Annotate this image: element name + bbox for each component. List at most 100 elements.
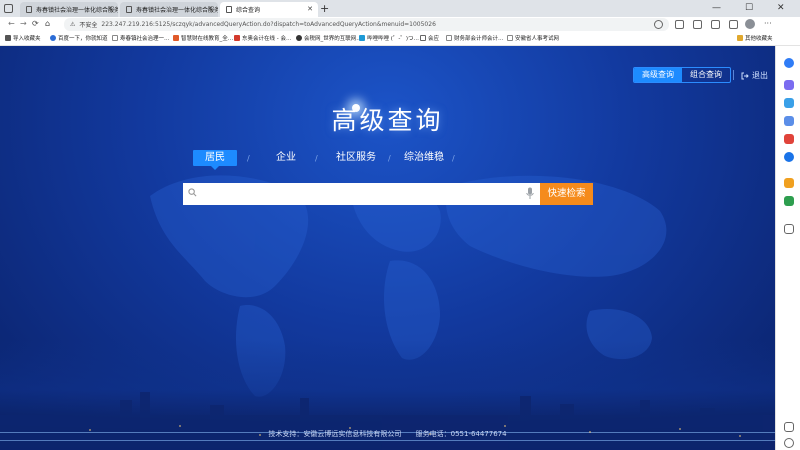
tree-icon[interactable]	[784, 196, 794, 206]
bookmark-label: 哔哩哔哩 (゜-゜)つ…	[367, 36, 420, 42]
browser-tab-2[interactable]: 寿春镇社会治理一体化综合服务… ✕	[120, 2, 218, 17]
bookmark-item[interactable]: 会应	[420, 34, 439, 42]
page-viewport: 高级查询 组合查询 退出 高级查询 居民 / 企业 / 社区服务 / 综治维稳 …	[0, 46, 775, 450]
favorite-star-icon[interactable]	[654, 20, 663, 29]
tab-title: 寿春镇社会治理一体化综合服务…	[136, 7, 218, 14]
address-bar-row: ← → ⟳ ⌂ ⚠ 不安全 223.247.219.216:5125/sczqy…	[0, 17, 800, 32]
office-icon[interactable]	[784, 134, 794, 144]
browser-tab-1[interactable]: 寿春镇社会治理一体化综合服务… ✕	[20, 2, 118, 17]
category-tab-resident[interactable]: 居民	[193, 150, 237, 170]
bookmark-item[interactable]: 智慧财在线教育_全…	[173, 34, 233, 42]
close-tab-icon[interactable]: ✕	[207, 5, 213, 13]
minimize-button[interactable]: —	[712, 3, 721, 13]
bookmark-label: 寿春镇社会治理一…	[120, 36, 170, 42]
logout-button[interactable]: 退出	[741, 70, 768, 81]
split-screen-icon[interactable]	[675, 20, 684, 29]
reload-button[interactable]: ⟳	[32, 19, 39, 29]
bookmark-item[interactable]: 百度一下，你就知道	[50, 34, 108, 42]
bookmark-item[interactable]: 东奥会计在线 - 会…	[234, 34, 291, 42]
page-icon	[446, 35, 452, 41]
page-footer: 技术支持：安徽云博远实信息科技有限公司 服务电话：0551-64477674	[0, 429, 775, 439]
site-icon	[296, 35, 302, 41]
page-title: 高级查询	[331, 106, 444, 135]
category-tab-enterprise[interactable]: 企业	[276, 150, 296, 166]
bilibili-icon	[359, 35, 365, 41]
logout-label: 退出	[752, 71, 768, 80]
extensions-icon[interactable]	[729, 20, 738, 29]
combined-query-tab[interactable]: 组合查询	[682, 68, 730, 82]
microphone-icon[interactable]	[526, 187, 534, 200]
window-menu-icon[interactable]	[4, 4, 13, 13]
import-icon	[5, 35, 11, 41]
collections-icon[interactable]	[711, 20, 720, 29]
tab-title: 综合查询	[236, 7, 261, 14]
url-field[interactable]: ⚠ 不安全 223.247.219.216:5125/sczqyk/advanc…	[64, 18, 669, 31]
gear-icon[interactable]	[784, 438, 794, 448]
maximize-button[interactable]: ☐	[745, 3, 753, 13]
close-window-button[interactable]: ✕	[777, 3, 785, 13]
site-icon	[173, 35, 179, 41]
close-tab-icon[interactable]: ✕	[107, 5, 113, 13]
page-icon	[26, 6, 32, 13]
shopping-cart-icon[interactable]	[784, 178, 794, 188]
outlook-icon[interactable]	[784, 152, 794, 162]
home-button[interactable]: ⌂	[45, 19, 50, 29]
bookmark-item[interactable]: 会税网_世界的互联网…	[296, 34, 362, 42]
bookmark-item[interactable]: 财务部会计师会计…	[446, 34, 504, 42]
category-separator: /	[452, 154, 455, 163]
category-tab-stability[interactable]: 综治维稳	[404, 150, 444, 166]
site-icon	[420, 35, 426, 41]
sidebar-settings-icon[interactable]	[784, 422, 794, 432]
tech-support-text: 技术支持：安徽云博远实信息科技有限公司	[268, 430, 402, 438]
bookmark-label: 百度一下，你就知道	[58, 36, 108, 42]
quick-search-button[interactable]: 快速检索	[540, 183, 593, 205]
category-separator: /	[315, 154, 318, 163]
add-icon[interactable]	[784, 224, 794, 234]
bookmark-label: 导入收藏夹	[13, 36, 41, 42]
bookmark-item[interactable]: 寿春镇社会治理一…	[112, 34, 170, 42]
close-tab-icon[interactable]: ✕	[307, 5, 313, 13]
category-separator: /	[247, 154, 250, 163]
url-text: 223.247.219.216:5125/sczqyk/advancedQuer…	[101, 21, 436, 28]
category-tabs: 居民 / 企业 / 社区服务 / 综治维稳 /	[0, 150, 775, 170]
bookmark-item[interactable]: 安徽省人事考试网	[507, 34, 559, 42]
bookmark-folder[interactable]: 其他收藏夹	[737, 34, 773, 42]
search-input[interactable]	[201, 183, 521, 205]
logout-icon	[741, 72, 749, 79]
category-separator: /	[388, 154, 391, 163]
bookmark-label: 东奥会计在线 - 会…	[242, 36, 292, 42]
games-icon[interactable]	[784, 116, 794, 126]
page-icon	[507, 35, 513, 41]
warning-icon: ⚠	[70, 21, 76, 28]
bookmark-label: 安徽省人事考试网	[515, 36, 560, 42]
bookmark-label: 会税网_世界的互联网…	[304, 36, 362, 42]
bookmarks-bar: 导入收藏夹 百度一下，你就知道 寿春镇社会治理一… 智慧财在线教育_全… 东奥会…	[0, 32, 800, 46]
page-icon	[226, 6, 232, 13]
forward-button[interactable]: →	[20, 19, 27, 29]
tab-strip: 寿春镇社会治理一体化综合服务… ✕ 寿春镇社会治理一体化综合服务… ✕ 综合查询…	[0, 0, 800, 17]
copilot-icon[interactable]	[784, 58, 794, 68]
advanced-query-tab[interactable]: 高级查询	[634, 68, 682, 82]
browser-sidebar	[775, 46, 800, 450]
tab-title: 寿春镇社会治理一体化综合服务…	[36, 7, 118, 14]
new-tab-button[interactable]: +	[320, 2, 329, 15]
more-menu-icon[interactable]: ···	[764, 19, 772, 29]
browser-tab-3[interactable]: 综合查询 ✕	[220, 2, 318, 17]
search-icon	[188, 188, 197, 197]
favorites-icon[interactable]	[693, 20, 702, 29]
shopping-icon[interactable]	[784, 80, 794, 90]
bookmark-label: 智慧财在线教育_全…	[181, 36, 234, 42]
back-button[interactable]: ←	[8, 19, 15, 29]
bookmark-item[interactable]: 哔哩哔哩 (゜-゜)つ…	[359, 34, 419, 42]
bookmark-label: 其他收藏夹	[745, 36, 773, 42]
security-label: 不安全	[79, 22, 98, 29]
baidu-icon	[50, 35, 56, 41]
profile-avatar[interactable]	[745, 19, 755, 29]
bookmark-item[interactable]: 导入收藏夹	[5, 34, 41, 42]
service-phone-text: 服务电话：0551-64477674	[415, 430, 507, 438]
bookmark-label: 财务部会计师会计…	[454, 36, 504, 42]
site-icon	[234, 35, 240, 41]
page-icon	[126, 6, 132, 13]
category-tab-community-service[interactable]: 社区服务	[336, 150, 376, 166]
tools-icon[interactable]	[784, 98, 794, 108]
